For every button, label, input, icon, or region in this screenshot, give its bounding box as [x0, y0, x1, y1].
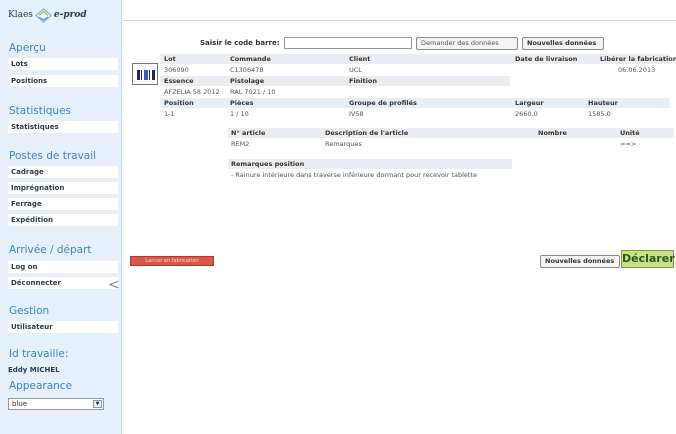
section-appearance-title: Appearance [9, 380, 73, 392]
hdr-hauteur: Hauteur [588, 99, 618, 107]
nav-deconnecter[interactable]: Déconnecter [8, 277, 118, 289]
val-essence: AFZELIA 58 2012 [164, 88, 220, 96]
nav-statistiques[interactable]: Statistiques [8, 121, 118, 133]
val-groupe: IV58 [349, 110, 364, 118]
appearance-selected: blue [12, 400, 28, 408]
hdr-article-desc: Description de l'article [325, 129, 409, 137]
barcode-input[interactable] [284, 37, 412, 49]
section-postes-title: Postes de travail [9, 150, 97, 162]
hdr-largeur: Largeur [515, 99, 544, 107]
hdr-article-num: N° article [231, 129, 266, 137]
article-header-row [228, 128, 674, 138]
section-apercu-title: Aperçu [9, 42, 46, 54]
hdr-position: Position [164, 99, 194, 107]
article-desc: Remarques [325, 140, 362, 148]
nav-positions[interactable]: Positions [8, 75, 118, 87]
barcode-icon [132, 63, 158, 85]
hdr-commande: Commande [230, 55, 271, 63]
logo-brand: Klaes [8, 10, 33, 20]
appearance-select[interactable]: blue ▼ [8, 398, 104, 410]
article-num: REM2 [231, 140, 250, 148]
hdr-pistolage: Pistolage [230, 77, 265, 85]
sidebar: Klaes e-prod Aperçu Lots Positions Stati… [0, 0, 122, 434]
val-pistolage: RAL 7021 / 10 [230, 88, 276, 96]
launch-production-button[interactable]: Lancer en fabrication [130, 256, 214, 266]
dropdown-arrow-icon[interactable]: ▼ [93, 400, 102, 408]
val-client: UCL [349, 66, 362, 74]
new-data-button[interactable]: Nouvelles données [522, 37, 604, 50]
section-arrivee-title: Arrivée / départ [9, 244, 92, 256]
hdr-livraison: Date de livraison [515, 55, 578, 63]
declare-button[interactable]: Déclarer [621, 250, 675, 268]
section-statistiques-title: Statistiques [9, 105, 72, 117]
nav-lots[interactable]: Lots [8, 58, 118, 70]
val-largeur: 2660.0 [515, 110, 538, 118]
hdr-article-unite: Unité [620, 129, 640, 137]
worker-name: Eddy MICHEL [8, 366, 60, 374]
nav-ferrage[interactable]: Ferrage [8, 198, 118, 210]
collapse-sidebar-icon[interactable]: < [108, 278, 120, 292]
val-position: 1-1 [164, 110, 175, 118]
barcode-label: Saisir le code barre: [200, 39, 280, 47]
hdr-finition: Finition [349, 77, 377, 85]
logo-icon [35, 7, 52, 23]
section-gestion-title: Gestion [9, 305, 50, 317]
remarques-text: - Rainure intérieure dans traverse infér… [231, 171, 478, 179]
hdr-client: Client [349, 55, 371, 63]
val-hauteur: 1585.0 [588, 110, 611, 118]
nav-utilisateur[interactable]: Utilisateur [8, 321, 118, 333]
nav-impregnation[interactable]: Imprégnation [8, 182, 118, 194]
hdr-article-nombre: Nombre [538, 129, 567, 137]
hdr-essence: Essence [164, 77, 194, 85]
logo-product: e-prod [53, 10, 87, 20]
essence-header-row [160, 76, 510, 86]
hdr-groupe: Groupe de profilés [349, 99, 417, 107]
val-liberer: 06.06.2013 [618, 66, 656, 74]
val-lot: 306090 [164, 66, 189, 74]
top-divider [122, 20, 676, 21]
remarques-title: Remarques position [231, 160, 305, 168]
request-data-button[interactable]: Demander des données [416, 37, 518, 50]
nav-cadrage[interactable]: Cadrage [8, 166, 118, 178]
article-unite[interactable]: ==> [620, 140, 636, 148]
val-commande: C1306478 [230, 66, 264, 74]
nav-log-on[interactable]: Log on [8, 261, 118, 273]
new-data-button-bottom[interactable]: Nouvelles données [540, 255, 620, 268]
nav-expedition[interactable]: Expédition [8, 214, 118, 226]
hdr-pieces: Pièces [230, 99, 254, 107]
section-travaille-title: Id travaille: [9, 348, 69, 360]
logo: Klaes e-prod [8, 6, 87, 24]
val-pieces: 1 / 10 [230, 110, 249, 118]
hdr-lot: Lot [164, 55, 176, 63]
hdr-liberer: Libérer la fabrication [600, 55, 676, 63]
